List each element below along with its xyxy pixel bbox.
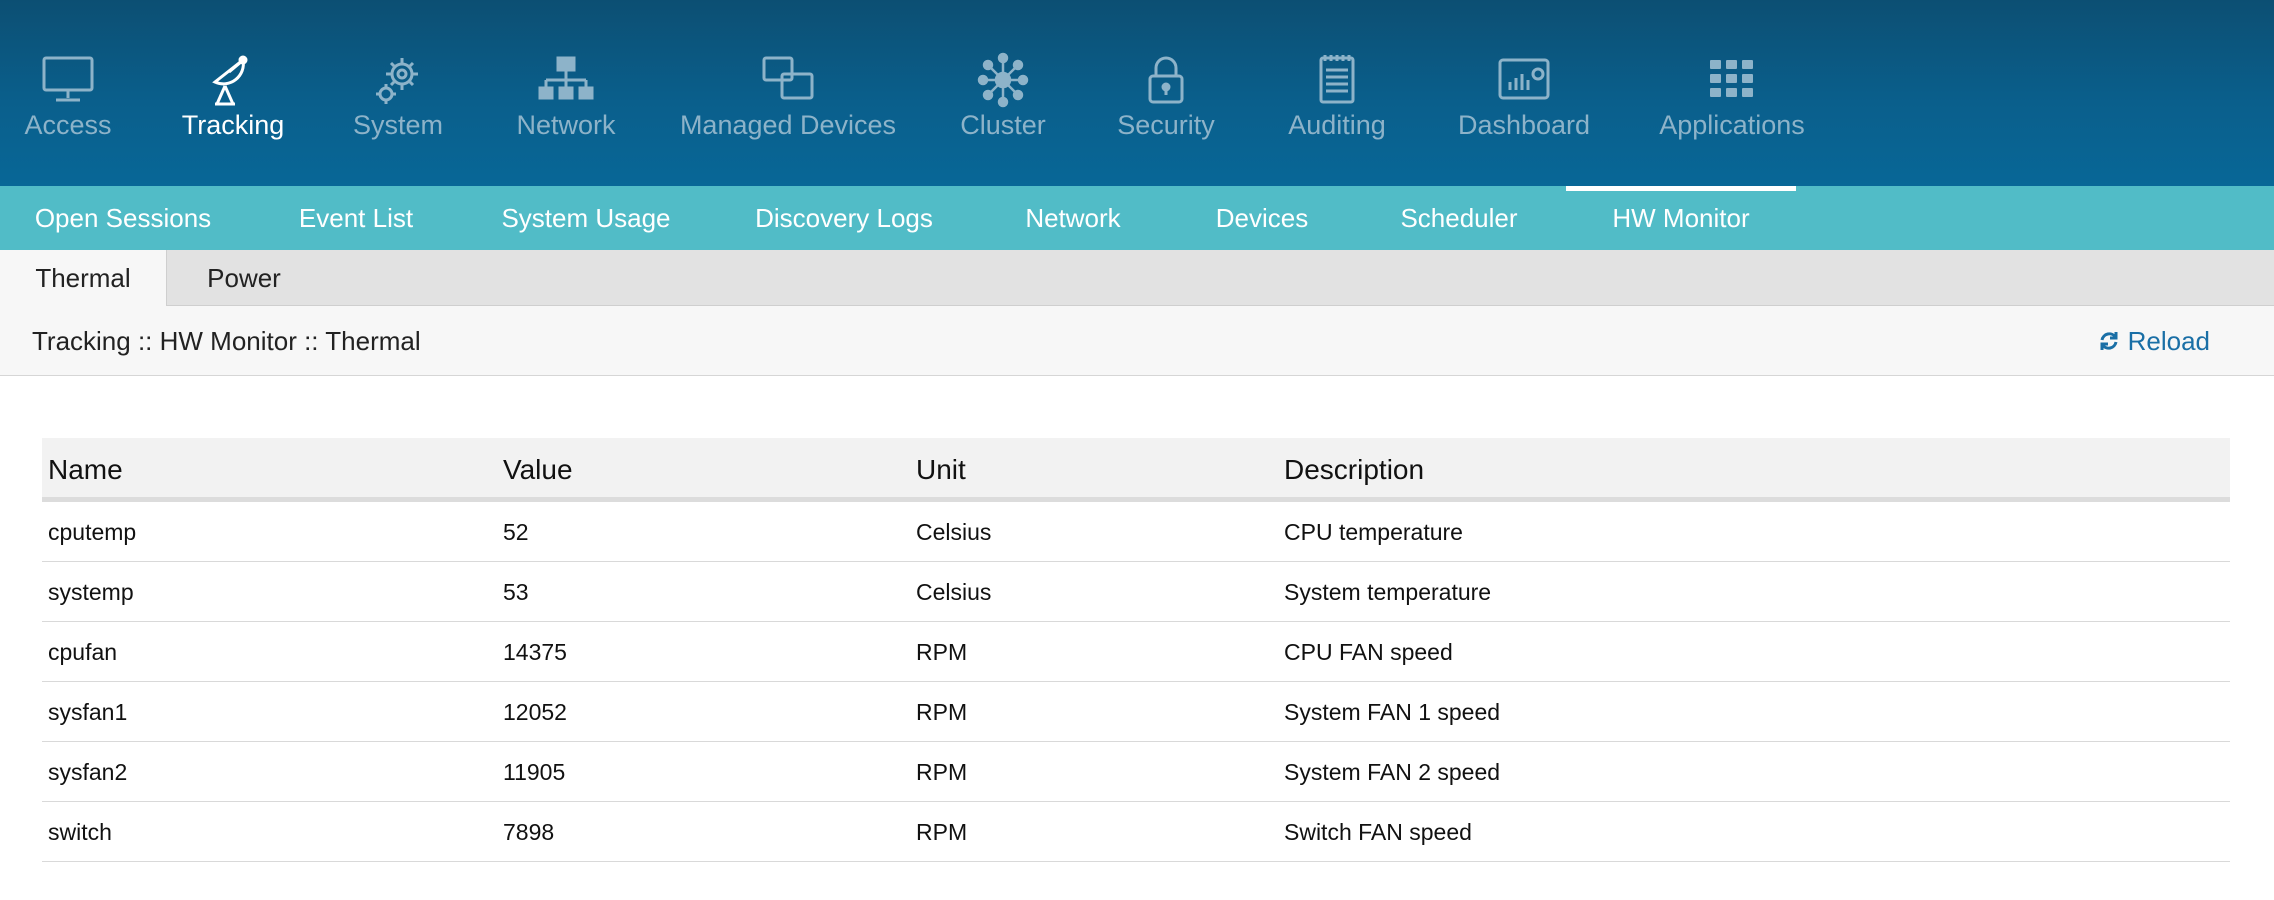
topnav-item-tracking[interactable]: Tracking	[178, 0, 288, 186]
cell-description: System FAN 1 speed	[1284, 698, 1501, 725]
topnav-label: Tracking	[181, 110, 285, 140]
satellite-dish-icon	[201, 52, 265, 108]
topnav-item-access[interactable]: Access	[18, 0, 118, 186]
subnav-item-discovery-logs[interactable]: Discovery Logs	[742, 186, 946, 250]
cell-name: cpufan	[48, 638, 118, 665]
subnav-item-devices[interactable]: Devices	[1200, 186, 1324, 250]
managed-devices-icon	[756, 52, 820, 108]
topnav-label: Access	[24, 110, 112, 140]
sub-navigation: Open Sessions Event List System Usage Di…	[0, 186, 2274, 250]
cell-unit: RPM	[916, 638, 968, 665]
notepad-icon	[1305, 52, 1369, 108]
top-navigation: Access Tracking System Network Managed D…	[0, 0, 2274, 186]
cell-description: System temperature	[1284, 578, 1492, 605]
network-tree-icon	[534, 52, 598, 108]
subnav-item-system-usage[interactable]: System Usage	[492, 186, 680, 250]
column-header-name[interactable]: Name	[48, 438, 123, 502]
topnav-label: Auditing	[1288, 110, 1386, 140]
cell-name: switch	[48, 818, 112, 845]
dashboard-icon	[1492, 52, 1556, 108]
lock-icon	[1134, 52, 1198, 108]
tab-bar: Thermal Power	[0, 250, 2274, 307]
cell-value: 52	[503, 518, 529, 545]
column-header-description[interactable]: Description	[1284, 438, 1424, 502]
breadcrumb-bar: Tracking :: HW Monitor :: Thermal Reload	[0, 306, 2274, 376]
cluster-icon	[971, 52, 1035, 108]
topnav-item-security[interactable]: Security	[1116, 0, 1216, 186]
topnav-item-network[interactable]: Network	[510, 0, 622, 186]
cell-name: systemp	[48, 578, 134, 605]
reload-label: Reload	[2127, 325, 2210, 356]
cell-description: Switch FAN speed	[1284, 818, 1472, 845]
topnav-label: Dashboard	[1457, 110, 1591, 140]
topnav-item-applications[interactable]: Applications	[1659, 0, 1805, 186]
breadcrumb: Tracking :: HW Monitor :: Thermal	[32, 325, 421, 356]
table-row: cpufan 14375 RPM CPU FAN speed	[42, 622, 2230, 682]
cell-value: 14375	[503, 638, 567, 665]
table-row: cputemp 52 Celsius CPU temperature	[42, 502, 2230, 562]
cell-unit: RPM	[916, 698, 968, 725]
topnav-item-auditing[interactable]: Auditing	[1282, 0, 1392, 186]
cell-unit: RPM	[916, 818, 968, 845]
topnav-item-cluster[interactable]: Cluster	[954, 0, 1052, 186]
table-row: switch 7898 RPM Switch FAN speed	[42, 802, 2230, 862]
cell-value: 53	[503, 578, 529, 605]
topnav-item-dashboard[interactable]: Dashboard	[1458, 0, 1590, 186]
cell-description: CPU temperature	[1284, 518, 1463, 545]
cell-name: sysfan1	[48, 698, 128, 725]
cell-unit: Celsius	[916, 518, 992, 545]
refresh-icon	[2098, 330, 2120, 352]
topnav-label: Applications	[1659, 110, 1805, 140]
topnav-label: Cluster	[960, 110, 1046, 140]
cell-name: cputemp	[48, 518, 137, 545]
tab-thermal[interactable]: Thermal	[0, 250, 167, 307]
topnav-label: Network	[516, 110, 616, 140]
topnav-label: Managed Devices	[679, 110, 897, 140]
cell-unit: RPM	[916, 758, 968, 785]
topnav-label: System	[352, 110, 444, 140]
tab-power[interactable]: Power	[190, 250, 298, 306]
topnav-label: Security	[1117, 110, 1215, 140]
cell-name: sysfan2	[48, 758, 128, 785]
table-row: systemp 53 Celsius System temperature	[42, 562, 2230, 622]
topnav-item-system[interactable]: System	[348, 0, 448, 186]
cell-value: 11905	[503, 758, 566, 785]
table-row: sysfan1 12052 RPM System FAN 1 speed	[42, 682, 2230, 742]
subnav-item-hw-monitor[interactable]: HW Monitor	[1566, 186, 1796, 250]
table-header: Name Value Unit Description	[42, 438, 2230, 502]
table-row: sysfan2 11905 RPM System FAN 2 speed	[42, 742, 2230, 802]
topnav-item-managed-devices[interactable]: Managed Devices	[680, 0, 896, 186]
subnav-item-event-list[interactable]: Event List	[282, 186, 430, 250]
gears-icon	[366, 52, 430, 108]
subnav-item-open-sessions[interactable]: Open Sessions	[20, 186, 226, 250]
cell-unit: Celsius	[916, 578, 992, 605]
reload-button[interactable]: Reload	[2098, 306, 2210, 376]
subnav-item-scheduler[interactable]: Scheduler	[1386, 186, 1532, 250]
cell-value: 12052	[503, 698, 567, 725]
cell-description: CPU FAN speed	[1284, 638, 1453, 665]
thermal-table: Name Value Unit Description cputemp 52 C…	[42, 438, 2230, 862]
column-header-unit[interactable]: Unit	[916, 438, 966, 502]
grid-icon	[1700, 52, 1764, 108]
cell-description: System FAN 2 speed	[1284, 758, 1501, 785]
cell-value: 7898	[503, 818, 555, 845]
subnav-item-network[interactable]: Network	[1008, 186, 1138, 250]
column-header-value[interactable]: Value	[503, 438, 573, 502]
monitor-icon	[36, 52, 100, 108]
